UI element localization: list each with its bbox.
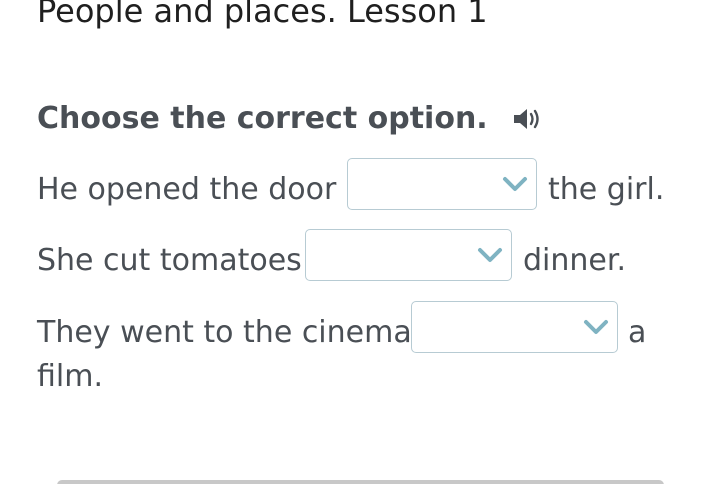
sentence-1-after: the girl. xyxy=(548,172,665,207)
bottom-action-bar[interactable] xyxy=(57,480,664,484)
sentence-3-after: a xyxy=(628,315,647,350)
speaker-icon[interactable] xyxy=(512,105,544,133)
sentence-3-dropdown[interactable] xyxy=(411,301,618,353)
sentence-1-dropdown[interactable] xyxy=(347,158,537,210)
sentence-2-after: dinner. xyxy=(523,243,626,278)
sentence-2-dropdown[interactable] xyxy=(305,229,512,281)
sentence-3-continuation: film. xyxy=(37,359,103,394)
chevron-down-icon xyxy=(478,248,502,262)
sentence-2-before: She cut tomatoes xyxy=(37,243,302,278)
sentence-1-before: He opened the door xyxy=(37,172,337,207)
page-title: People and places. Lesson 1 xyxy=(37,0,488,30)
sentence-3-before: They went to the cinema xyxy=(37,315,412,350)
lesson-page: People and places. Lesson 1 Choose the c… xyxy=(0,0,720,484)
instruction-text: Choose the correct option. xyxy=(37,101,488,136)
chevron-down-icon xyxy=(584,320,608,334)
exercise-instruction: Choose the correct option. xyxy=(37,101,544,136)
chevron-down-icon xyxy=(503,177,527,191)
